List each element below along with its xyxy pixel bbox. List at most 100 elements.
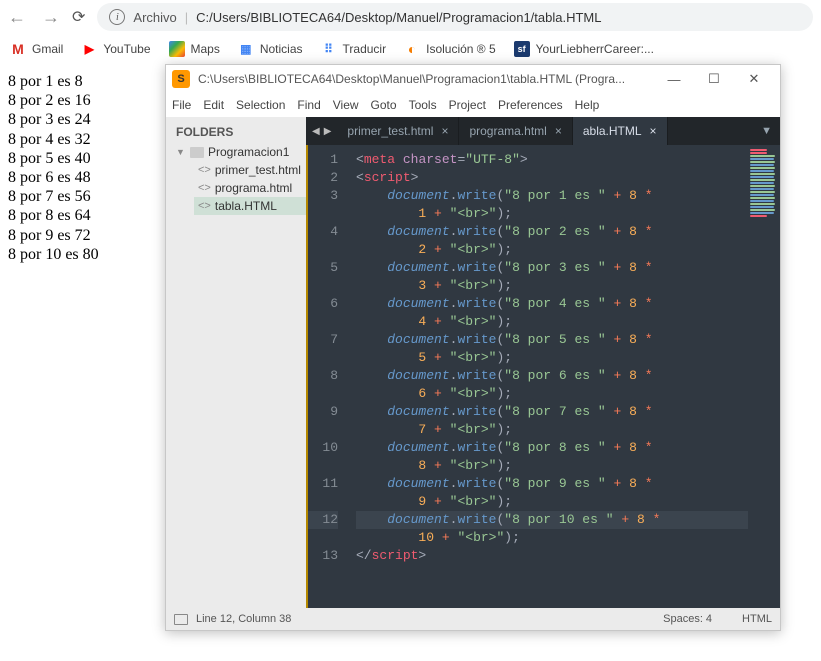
file-name: tabla.HTML (215, 199, 277, 213)
status-lang[interactable]: HTML (742, 613, 772, 625)
maps-icon (169, 41, 185, 57)
status-pos[interactable]: Line 12, Column 38 (196, 613, 291, 625)
bookmark-youtube[interactable]: ▶ YouTube (81, 41, 150, 57)
minimap[interactable] (748, 145, 780, 608)
bookmark-label: Traducir (343, 42, 387, 56)
menu-tools[interactable]: Tools (409, 98, 437, 112)
tab-programa[interactable]: programa.html × (459, 117, 572, 145)
window-title: C:\Users\BIBLIOTECA64\Desktop\Manuel\Pro… (198, 72, 654, 86)
bookmark-noticias[interactable]: ▦ Noticias (238, 41, 303, 57)
address-bar[interactable]: i Archivo | C:/Users/BIBLIOTECA64/Deskto… (97, 3, 813, 31)
code-area[interactable]: <meta charset="UTF-8"><script> document.… (346, 145, 780, 608)
editor-main: ◀ ▶ primer_test.html× programa.html × abl… (306, 117, 780, 608)
output-line: 8 por 9 es 72 (8, 226, 99, 245)
file-name: primer_test.html (215, 163, 301, 177)
output-line: 8 por 7 es 56 (8, 187, 99, 206)
bookmark-isolucion[interactable]: ◐ Isolución ® 5 (404, 41, 496, 57)
menu-selection[interactable]: Selection (236, 98, 285, 112)
bookmark-traducir[interactable]: ⠿ Traducir (321, 41, 387, 57)
file-item[interactable]: <> programa.html (194, 179, 306, 197)
file-name: programa.html (215, 181, 292, 195)
menu-edit[interactable]: Edit (203, 98, 224, 112)
titlebar[interactable]: S C:\Users\BIBLIOTECA64\Desktop\Manuel\P… (166, 65, 780, 93)
tab-next-icon[interactable]: ▶ (324, 126, 332, 137)
menu-help[interactable]: Help (575, 98, 600, 112)
sidebar: FOLDERS ▼ Programacion1 <> primer_test.ht… (166, 117, 306, 608)
menu-preferences[interactable]: Preferences (498, 98, 563, 112)
gutter: 12345678910111213 (306, 145, 346, 608)
bookmark-label: YouTube (103, 42, 150, 56)
tab-label: programa.html (469, 124, 546, 138)
isolucion-icon: ◐ (404, 41, 420, 57)
back-icon[interactable]: ← (8, 7, 26, 28)
panel-icon[interactable] (174, 614, 188, 625)
tab-tabla[interactable]: abla.HTML × (573, 117, 668, 145)
page-viewport: 8 por 1 es 8 8 por 2 es 16 8 por 3 es 24… (0, 64, 821, 661)
output-line: 8 por 10 es 80 (8, 245, 99, 264)
menu-view[interactable]: View (333, 98, 359, 112)
maximize-button[interactable]: ☐ (694, 66, 734, 92)
addr-label: Archivo (133, 10, 176, 25)
folder-root[interactable]: ▼ Programacion1 (172, 143, 306, 161)
forward-icon[interactable]: → (42, 7, 60, 28)
bookmark-label: Gmail (32, 42, 63, 56)
tab-nav: ◀ ▶ (306, 117, 337, 145)
output-line: 8 por 4 es 32 (8, 130, 99, 149)
close-icon[interactable]: × (441, 124, 448, 138)
bookmark-label: Isolución ® 5 (426, 42, 496, 56)
output-line: 8 por 6 es 48 (8, 168, 99, 187)
window-buttons: — ☐ ✕ (654, 66, 774, 92)
close-button[interactable]: ✕ (734, 66, 774, 92)
sublime-icon: S (172, 70, 190, 88)
page-output: 8 por 1 es 8 8 por 2 es 16 8 por 3 es 24… (8, 72, 99, 264)
news-icon: ▦ (238, 41, 254, 57)
tab-overflow-icon[interactable]: ▼ (753, 117, 780, 145)
menu-goto[interactable]: Goto (371, 98, 397, 112)
bookmark-maps[interactable]: Maps (169, 41, 220, 57)
code-icon: <> (198, 182, 211, 194)
output-line: 8 por 5 es 40 (8, 149, 99, 168)
code-icon: <> (198, 200, 211, 212)
minimize-button[interactable]: — (654, 66, 694, 92)
editor-body: FOLDERS ▼ Programacion1 <> primer_test.ht… (166, 117, 780, 608)
menu-project[interactable]: Project (449, 98, 486, 112)
output-line: 8 por 3 es 24 (8, 110, 99, 129)
editor[interactable]: 12345678910111213 <meta charset="UTF-8">… (306, 145, 780, 608)
reload-icon[interactable]: ⟳ (72, 7, 85, 27)
bookmark-gmail[interactable]: M Gmail (10, 41, 63, 57)
file-item[interactable]: <> primer_test.html (194, 161, 306, 179)
output-line: 8 por 8 es 64 (8, 206, 99, 225)
addr-sep: | (185, 10, 188, 25)
browser-toolbar: ← → ⟳ i Archivo | C:/Users/BIBLIOTECA64/… (0, 0, 821, 34)
tab-label: abla.HTML (583, 124, 642, 138)
bookmarks-bar: M Gmail ▶ YouTube Maps ▦ Noticias ⠿ Traducir… (0, 34, 821, 64)
close-icon[interactable]: × (650, 124, 657, 138)
addr-url: C:/Users/BIBLIOTECA64/Desktop/Manuel/Pro… (196, 10, 601, 25)
gmail-icon: M (10, 41, 26, 57)
tab-primer-test[interactable]: primer_test.html× (337, 117, 459, 145)
close-icon[interactable]: × (555, 124, 562, 138)
bookmark-liebherr[interactable]: sfYourLiebherrCareer:... (514, 41, 654, 57)
code-icon: <> (198, 164, 211, 176)
tab-prev-icon[interactable]: ◀ (312, 126, 320, 137)
file-item[interactable]: <> tabla.HTML (194, 197, 306, 215)
menu-bar: File Edit Selection Find View Goto Tools… (166, 93, 780, 117)
output-line: 8 por 2 es 16 (8, 91, 99, 110)
youtube-icon: ▶ (81, 41, 97, 57)
file-list: <> primer_test.html <> programa.html <> tab… (172, 161, 306, 215)
folder-tree: ▼ Programacion1 <> primer_test.html <> pro… (166, 143, 306, 215)
bookmark-label: Noticias (260, 42, 303, 56)
output-line: 8 por 1 es 8 (8, 72, 99, 91)
folder-icon (190, 147, 204, 158)
folders-heading: FOLDERS (166, 117, 306, 143)
menu-find[interactable]: Find (297, 98, 320, 112)
info-icon[interactable]: i (109, 9, 125, 25)
status-bar: Line 12, Column 38 Spaces: 4 HTML (166, 608, 780, 630)
folder-name: Programacion1 (208, 145, 289, 159)
nav-arrows: ← → (8, 7, 60, 28)
sublime-window: S C:\Users\BIBLIOTECA64\Desktop\Manuel\P… (165, 64, 781, 631)
translate-icon: ⠿ (321, 41, 337, 57)
menu-file[interactable]: File (172, 98, 191, 112)
status-spaces[interactable]: Spaces: 4 (663, 613, 712, 625)
bookmark-label: Maps (191, 42, 220, 56)
